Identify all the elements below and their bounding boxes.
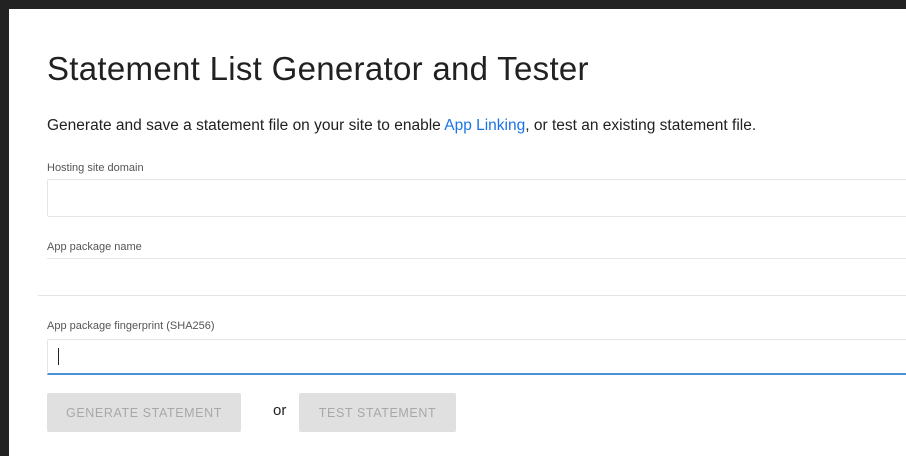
hosting-site-domain-label: Hosting site domain xyxy=(47,162,144,174)
hosting-site-domain-input[interactable] xyxy=(47,179,906,217)
intro-text-after: , or test an existing statement file. xyxy=(525,117,757,134)
intro-text: Generate and save a statement file on yo… xyxy=(47,117,756,135)
app-package-name-input[interactable] xyxy=(47,258,906,262)
test-statement-button[interactable]: TEST STATEMENT xyxy=(299,393,456,432)
intro-text-before: Generate and save a statement file on yo… xyxy=(47,117,445,134)
app-linking-link[interactable]: App Linking xyxy=(444,117,525,134)
or-separator: or xyxy=(273,402,287,419)
section-divider xyxy=(38,295,906,296)
text-caret xyxy=(58,348,59,365)
app-package-fingerprint-input[interactable] xyxy=(47,339,906,375)
generate-statement-button[interactable]: GENERATE STATEMENT xyxy=(47,393,241,432)
app-package-fingerprint-label: App package fingerprint (SHA256) xyxy=(47,320,215,332)
page-title: Statement List Generator and Tester xyxy=(47,50,589,87)
app-package-name-label: App package name xyxy=(47,241,142,253)
